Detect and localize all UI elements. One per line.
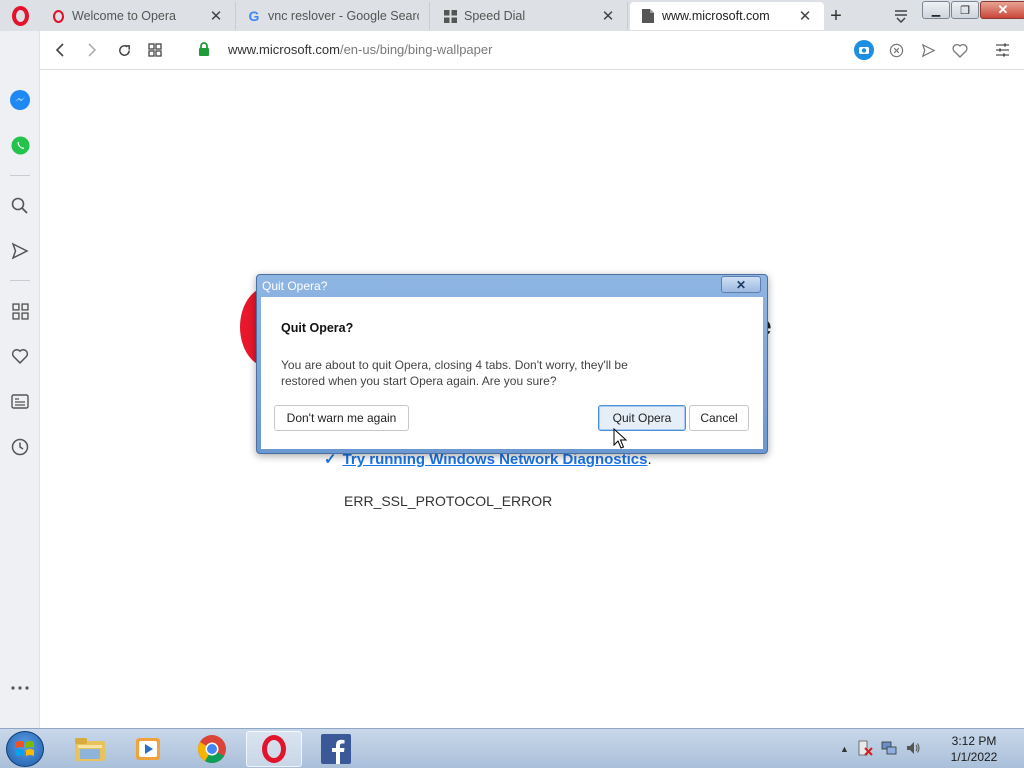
easy-setup-icon[interactable] [990, 39, 1014, 61]
minimize-button[interactable]: ▁ [922, 1, 950, 19]
tab-google-search[interactable]: G vnc reslover - Google Search [236, 2, 430, 30]
forward-button[interactable] [80, 39, 104, 61]
news-icon[interactable] [8, 389, 32, 413]
tab-menu-icon[interactable] [890, 4, 912, 28]
address-toolbar: www.microsoft.com/en-us/bing/bing-wallpa… [40, 31, 1024, 70]
taskbar-clock[interactable]: 3:12 PM 1/1/2022 [942, 733, 1006, 765]
speed-dial-icon[interactable] [8, 299, 32, 323]
quit-dialog: Quit Opera? ✕ Quit Opera? You are about … [256, 274, 768, 454]
tab-close-icon[interactable]: ✕ [796, 7, 814, 25]
sidebar-divider [10, 175, 30, 176]
history-icon[interactable] [8, 435, 32, 459]
media-player-icon [136, 738, 160, 760]
heart-icon[interactable] [8, 344, 32, 368]
tab-title: Speed Dial [464, 9, 526, 23]
tab-strip: Welcome to Opera ✕ G vnc reslover - Goog… [0, 0, 1024, 31]
taskbar-chrome[interactable] [184, 731, 240, 767]
send-icon[interactable] [8, 239, 32, 263]
tab-title: vnc reslover - Google Search [268, 9, 419, 23]
taskbar-media-player[interactable] [120, 731, 176, 767]
dialog-close-button[interactable]: ✕ [721, 276, 761, 293]
close-window-button[interactable]: ✕ [980, 1, 1024, 19]
taskbar-opera[interactable] [246, 731, 302, 767]
snapshot-icon[interactable] [852, 39, 876, 61]
opera-icon [262, 735, 286, 763]
folder-icon [75, 738, 105, 761]
dialog-body: Quit Opera? You are about to quit Opera,… [261, 297, 763, 449]
dont-warn-button[interactable]: Don't warn me again [274, 405, 409, 431]
tab-title: Welcome to Opera [72, 9, 176, 23]
taskbar-facebook[interactable] [308, 731, 364, 767]
tab-welcome-to-opera[interactable]: Welcome to Opera ✕ [40, 2, 236, 30]
lock-icon[interactable] [198, 42, 210, 56]
chrome-icon [198, 735, 226, 763]
window-controls: ▁ ❐ ✕ [922, 1, 1024, 19]
tab-speed-dial[interactable]: Speed Dial ✕ [432, 2, 628, 30]
network-icon[interactable] [881, 740, 897, 759]
page-icon [640, 8, 656, 24]
messenger-icon[interactable] [8, 88, 32, 112]
volume-icon[interactable] [905, 740, 921, 759]
speed-dial-button[interactable] [143, 39, 167, 61]
send-icon[interactable] [916, 39, 940, 61]
taskbar-explorer[interactable] [62, 731, 118, 767]
new-tab-button[interactable]: + [824, 4, 848, 28]
mouse-cursor-icon [613, 427, 628, 450]
ad-blocker-icon[interactable] [884, 39, 908, 61]
url-host: www.microsoft.com [228, 42, 340, 57]
dialog-window-title: Quit Opera? [262, 279, 328, 293]
heart-icon[interactable] [948, 39, 972, 61]
tab-microsoft[interactable]: www.microsoft.com ✕ [630, 2, 824, 30]
url-path: /en-us/bing/bing-wallpaper [339, 42, 493, 57]
search-icon[interactable] [8, 194, 32, 218]
reload-button[interactable] [112, 39, 136, 61]
taskbar: ▲ 3:12 PM 1/1/2022 [0, 728, 1024, 768]
back-button[interactable] [48, 39, 72, 61]
dialog-heading: Quit Opera? [281, 321, 354, 335]
tab-close-icon[interactable]: ✕ [599, 7, 617, 25]
sidebar [0, 31, 40, 728]
start-button[interactable] [6, 731, 44, 767]
sidebar-divider [10, 280, 30, 281]
facebook-icon [321, 734, 351, 764]
dialog-message: You are about to quit Opera, closing 4 t… [281, 358, 628, 388]
speed-dial-icon [442, 8, 458, 24]
opera-menu-button[interactable] [4, 2, 36, 30]
action-center-icon[interactable] [857, 740, 873, 759]
clock-time: 3:12 PM [951, 734, 997, 748]
quit-opera-button[interactable]: Quit Opera [598, 405, 686, 431]
url-field[interactable]: www.microsoft.com/en-us/bing/bing-wallpa… [228, 42, 492, 57]
tab-title: www.microsoft.com [662, 9, 770, 23]
show-hidden-icons[interactable]: ▲ [840, 744, 849, 754]
system-tray: ▲ [840, 729, 921, 768]
whatsapp-icon[interactable] [8, 133, 32, 157]
opera-logo-icon [11, 6, 29, 26]
opera-icon [50, 8, 66, 24]
more-icon[interactable] [8, 676, 32, 700]
clock-date: 1/1/2022 [950, 750, 998, 764]
google-icon: G [248, 8, 260, 24]
tab-close-icon[interactable]: ✕ [207, 7, 225, 25]
cancel-button[interactable]: Cancel [689, 405, 749, 431]
restore-button[interactable]: ❐ [951, 1, 979, 19]
dialog-titlebar[interactable]: Quit Opera? ✕ [257, 275, 767, 296]
error-code: ERR_SSL_PROTOCOL_ERROR [344, 493, 553, 509]
